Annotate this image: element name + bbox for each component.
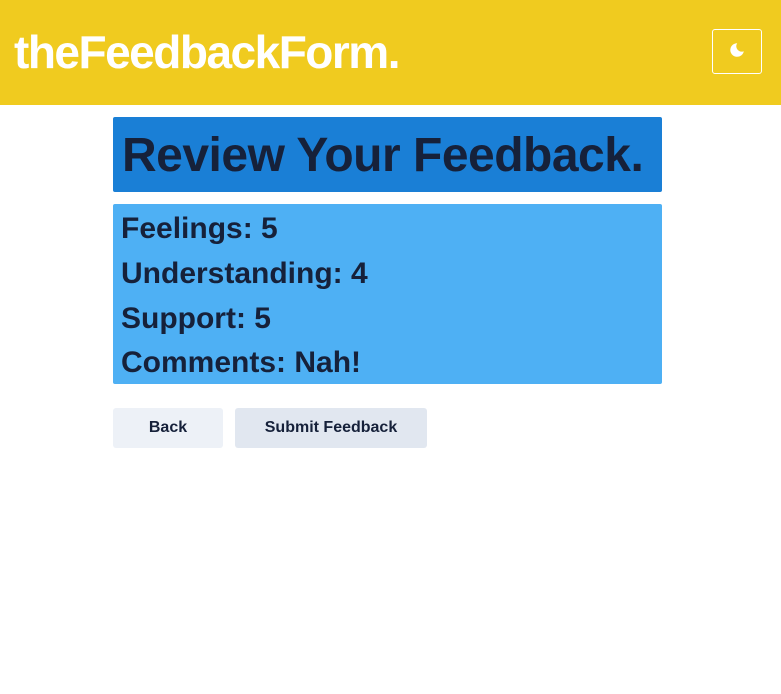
feedback-summary-panel: Feelings: 5 Understanding: 4 Support: 5 … <box>113 204 662 384</box>
summary-support: Support: 5 <box>121 302 271 335</box>
page-title: Review Your Feedback. <box>122 129 644 182</box>
back-button[interactable]: Back <box>113 408 223 448</box>
review-title-panel: Review Your Feedback. <box>113 117 662 192</box>
theme-toggle-button[interactable] <box>712 29 762 74</box>
summary-understanding: Understanding: 4 <box>121 257 368 290</box>
moon-icon <box>729 42 745 61</box>
summary-feelings: Feelings: 5 <box>121 212 278 245</box>
app-header: theFeedbackForm. <box>0 0 781 105</box>
brand-logo-text[interactable]: theFeedbackForm. <box>14 26 401 78</box>
submit-feedback-button[interactable]: Submit Feedback <box>235 408 427 448</box>
summary-comments: Comments: Nah! <box>121 346 362 379</box>
